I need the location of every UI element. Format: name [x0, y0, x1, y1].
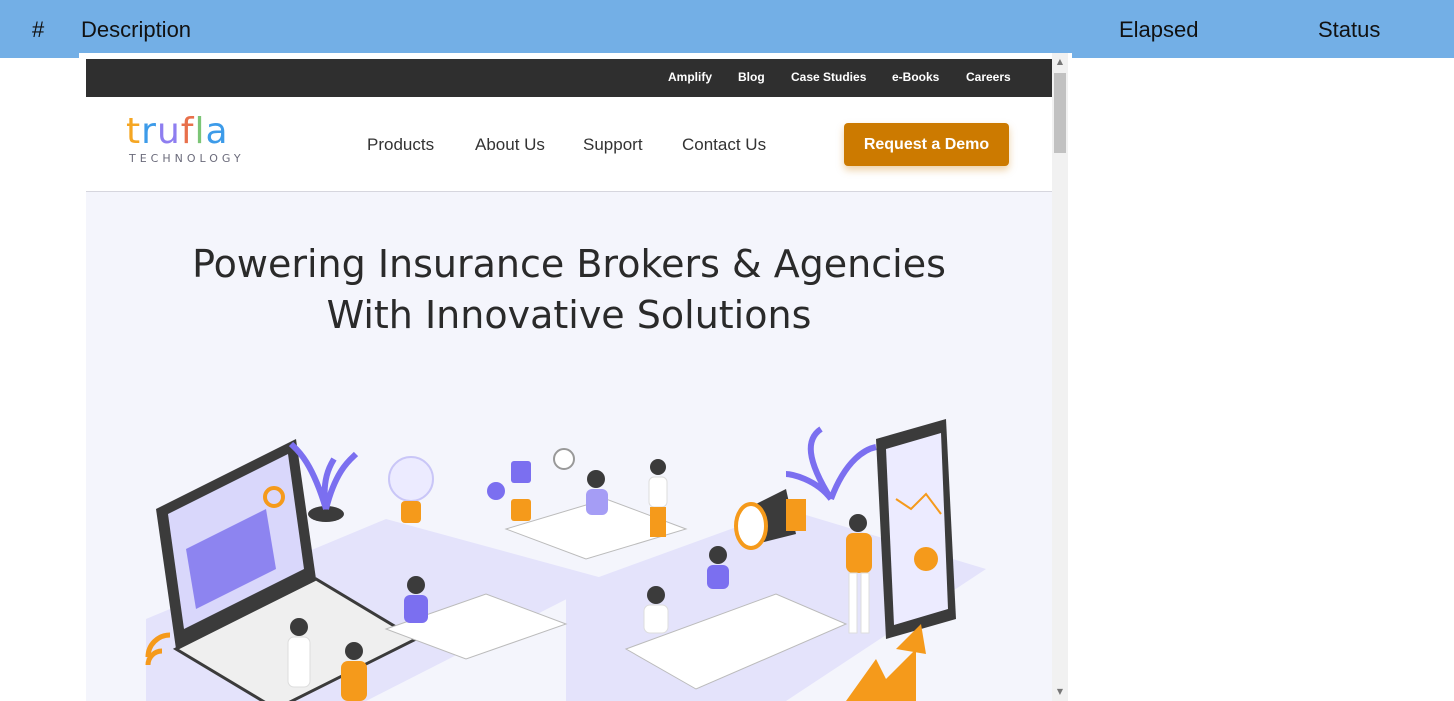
vertical-scrollbar[interactable]: ▲ ▼ — [1052, 53, 1068, 701]
hero-title-line2: With Innovative Solutions — [326, 293, 812, 337]
request-demo-button[interactable]: Request a Demo — [844, 123, 1009, 166]
topbar-link-ebooks[interactable]: e-Books — [892, 70, 939, 84]
hero-illustration — [145, 419, 986, 701]
scroll-up-icon[interactable]: ▲ — [1052, 55, 1068, 69]
column-description-header[interactable]: Description — [81, 17, 191, 43]
table-header: # Description Elapsed Status — [0, 0, 1454, 58]
scroll-down-icon[interactable]: ▼ — [1052, 685, 1068, 699]
screenshot-frame: Amplify Blog Case Studies e-Books Career… — [79, 53, 1072, 701]
nav-item-support[interactable]: Support — [583, 135, 643, 155]
column-status-header[interactable]: Status — [1318, 17, 1380, 43]
topbar-link-case-studies[interactable]: Case Studies — [791, 70, 866, 84]
nav-item-about-us[interactable]: About Us — [475, 135, 545, 155]
column-elapsed-header[interactable]: Elapsed — [1119, 17, 1199, 43]
topbar-link-amplify[interactable]: Amplify — [668, 70, 712, 84]
website-page: Amplify Blog Case Studies e-Books Career… — [86, 59, 1052, 701]
hero-title-line1: Powering Insurance Brokers & Agencies — [192, 242, 946, 286]
nav-item-contact-us[interactable]: Contact Us — [682, 135, 766, 155]
logo-wordmark: trufla — [126, 111, 229, 152]
logo-subtitle: TECHNOLOGY — [129, 152, 245, 165]
topbar-link-blog[interactable]: Blog — [738, 70, 765, 84]
trufla-logo[interactable]: trufla TECHNOLOGY — [126, 114, 266, 174]
main-nav: trufla TECHNOLOGY Products About Us Supp… — [86, 97, 1052, 192]
top-bar: Amplify Blog Case Studies e-Books Career… — [86, 59, 1052, 97]
hero-title: Powering Insurance Brokers & Agencies Wi… — [86, 239, 1052, 341]
topbar-link-careers[interactable]: Careers — [966, 70, 1011, 84]
column-number-header[interactable]: # — [32, 17, 44, 43]
scrollbar-thumb[interactable] — [1054, 73, 1066, 153]
nav-item-products[interactable]: Products — [367, 135, 434, 155]
